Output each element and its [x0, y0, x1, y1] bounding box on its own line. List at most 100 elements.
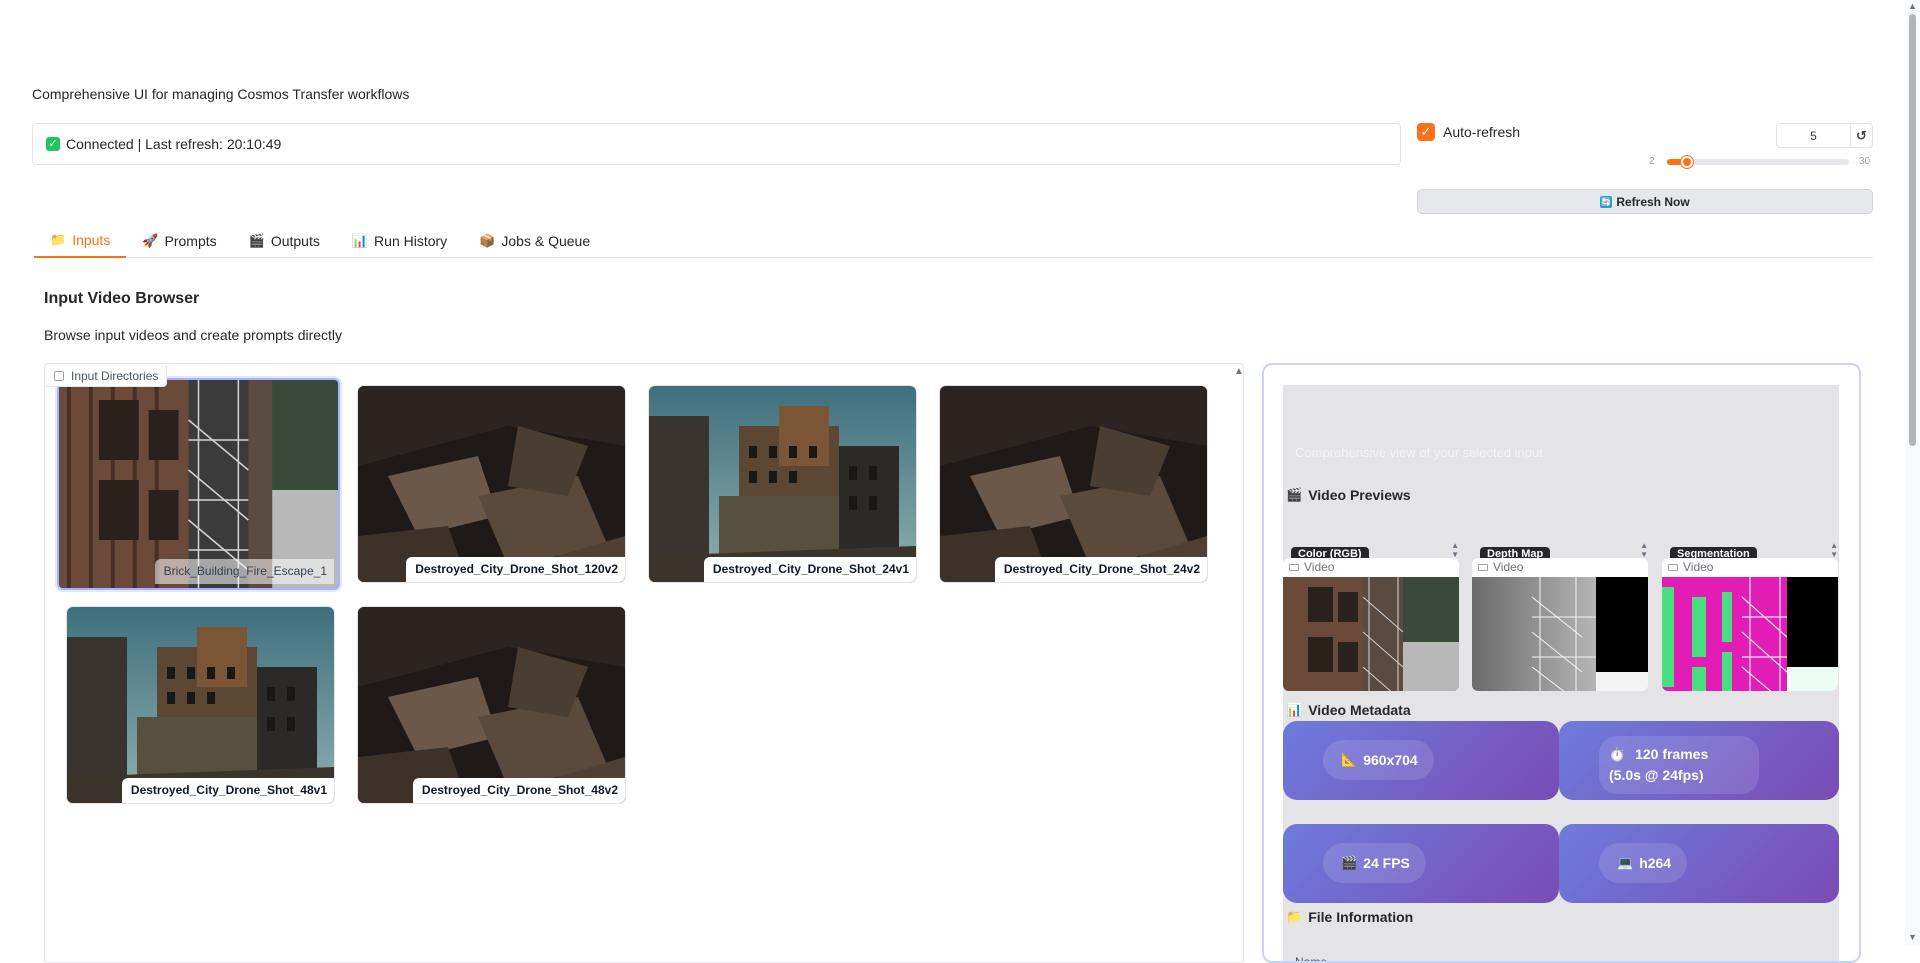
video-frame-image: [1283, 577, 1459, 691]
video-metadata-heading: 📊 Video Metadata: [1286, 702, 1411, 718]
color-preview[interactable]: Color (RGB) ▲ ▼ Video: [1283, 541, 1459, 691]
thumbnail-image: [59, 380, 338, 588]
computer-icon: 💻: [1617, 855, 1634, 870]
gallery-item-caption: Destroyed_City_Drone_Shot_48v2: [412, 778, 625, 803]
gallery-item[interactable]: Destroyed_City_Drone_Shot_120v2: [358, 386, 625, 582]
scrollbar-thumb[interactable]: [1909, 14, 1916, 446]
frames-card: ⏱️ 120 frames (5.0s @ 24fps): [1559, 721, 1839, 800]
video-camera-icon: [1289, 563, 1299, 571]
tab-label: Inputs: [72, 232, 111, 248]
video-player[interactable]: Video: [1472, 558, 1648, 691]
details-description: Comprehensive view of your selected inpu…: [1295, 445, 1543, 460]
tab-label: Prompts: [164, 233, 217, 249]
refresh-interval-input[interactable]: 5 ↺: [1776, 123, 1873, 148]
refresh-interval-value[interactable]: 5: [1777, 129, 1850, 143]
depth-preview[interactable]: Depth Map ▲ ▼ Video: [1472, 541, 1648, 691]
fps-pill: 🎬 24 FPS: [1323, 843, 1426, 883]
scroll-up-icon[interactable]: ▲: [1234, 366, 1244, 377]
bar-chart-icon: 📊: [351, 233, 369, 248]
ruler-icon: 📐: [1341, 752, 1358, 767]
main-tabs: 📁 Inputs 🚀 Prompts 🎬 Outputs 📊 Run Histo…: [34, 224, 1873, 258]
codec-pill: 💻 h264: [1599, 843, 1688, 883]
input-details-panel: Comprehensive view of your selected inpu…: [1262, 363, 1861, 963]
fps-card: 🎬 24 FPS: [1283, 824, 1559, 903]
app-subtitle: Comprehensive UI for managing Cosmos Tra…: [32, 86, 410, 102]
resolution-pill: 📐 960x704: [1323, 740, 1434, 780]
folder-icon: 📁: [50, 232, 67, 247]
video-frame-image: [1472, 577, 1648, 691]
stepper-icon[interactable]: ▲ ▼: [1830, 541, 1838, 559]
details-content: Comprehensive view of your selected inpu…: [1283, 385, 1839, 961]
gallery-item[interactable]: Destroyed_City_Drone_Shot_24v2: [940, 386, 1207, 582]
gallery-item-caption: Destroyed_City_Drone_Shot_48v1: [121, 778, 334, 803]
refresh-icon: 🔄: [1600, 195, 1613, 208]
video-badge-text: Video: [1683, 560, 1714, 574]
gallery-label-text: Input Directories: [71, 368, 159, 383]
codec-value: h264: [1639, 855, 1672, 871]
fps-value: 24 FPS: [1363, 855, 1410, 871]
slider-min-label: 2: [1649, 156, 1655, 167]
scroll-down-icon[interactable]: ▼: [1908, 932, 1917, 942]
gallery-item-caption: Destroyed_City_Drone_Shot_24v1: [703, 557, 916, 582]
folder-icon: 📁: [1286, 909, 1303, 924]
tab-label: Run History: [374, 233, 448, 249]
rocket-icon: 🚀: [142, 233, 159, 248]
package-icon: 📦: [479, 233, 496, 248]
video-frame-image: [1662, 577, 1838, 691]
video-badge-text: Video: [1304, 560, 1335, 574]
video-badge: Video: [1285, 559, 1339, 575]
resolution-value: 960x704: [1363, 752, 1418, 768]
section-description: Browse input videos and create prompts d…: [44, 327, 343, 343]
gallery-item[interactable]: Destroyed_City_Drone_Shot_48v2: [358, 607, 625, 803]
video-camera-icon: [1478, 563, 1488, 571]
image-icon: [54, 370, 64, 381]
reset-icon[interactable]: ↺: [1850, 124, 1872, 147]
file-information-heading: 📁 File Information: [1286, 909, 1413, 925]
video-player[interactable]: Video: [1662, 558, 1838, 691]
heading-text: Video Metadata: [1308, 702, 1411, 718]
refresh-now-button[interactable]: 🔄 Refresh Now: [1417, 189, 1873, 214]
page-scrollbar[interactable]: ▲ ▼: [1905, 0, 1920, 945]
stepper-icon[interactable]: ▲ ▼: [1640, 541, 1648, 559]
video-badge: Video: [1664, 559, 1718, 575]
video-camera-icon: [1668, 563, 1678, 571]
thumbnail-image: [940, 386, 1207, 582]
check-icon: ✓: [46, 137, 60, 151]
heading-text: File Information: [1308, 909, 1414, 925]
refresh-interval-slider[interactable]: [1667, 156, 1849, 168]
gallery-item[interactable]: Destroyed_City_Drone_Shot_48v1: [67, 607, 334, 803]
tab-label: Jobs & Queue: [501, 233, 591, 249]
resolution-card: 📐 960x704: [1283, 721, 1559, 800]
gallery-item[interactable]: Destroyed_City_Drone_Shot_24v1: [649, 386, 916, 582]
tab-inputs[interactable]: 📁 Inputs: [34, 224, 127, 258]
tab-prompts[interactable]: 🚀 Prompts: [126, 224, 232, 258]
section-title: Input Video Browser: [44, 290, 200, 307]
tab-outputs[interactable]: 🎬 Outputs: [233, 224, 336, 258]
video-badge-text: Video: [1493, 560, 1524, 574]
connection-status-box: ✓ Connected | Last refresh: 20:10:49: [32, 123, 1401, 165]
stepper-icon[interactable]: ▲ ▼: [1451, 541, 1459, 559]
auto-refresh-toggle[interactable]: ✓ Auto-refresh: [1417, 123, 1520, 141]
thumbnail-image: [358, 607, 625, 803]
clapper-icon: 🎬: [248, 233, 265, 248]
stopwatch-icon: ⏱️: [1609, 747, 1626, 762]
frames-pill: ⏱️ 120 frames (5.0s @ 24fps): [1599, 736, 1759, 794]
video-player[interactable]: Video: [1283, 558, 1459, 691]
scroll-up-icon[interactable]: ▲: [1908, 1, 1917, 11]
clapper-icon: 🎬: [1341, 855, 1358, 870]
tab-label: Outputs: [270, 233, 320, 249]
video-badge: Video: [1474, 559, 1528, 575]
refresh-now-label: Refresh Now: [1616, 194, 1690, 209]
thumbnail-image: [649, 386, 916, 582]
tab-jobs-queue[interactable]: 📦 Jobs & Queue: [463, 224, 606, 258]
auto-refresh-checkbox[interactable]: ✓: [1417, 123, 1435, 141]
thumbnail-image: [358, 386, 625, 582]
codec-card: 💻 h264: [1559, 824, 1839, 903]
connection-status-text: Connected | Last refresh: 20:10:49: [66, 136, 282, 152]
bar-chart-icon: 📊: [1286, 702, 1303, 717]
segmentation-preview[interactable]: Segmentation ▲ ▼ Video: [1662, 541, 1838, 691]
gallery-item-caption: Destroyed_City_Drone_Shot_120v2: [406, 557, 625, 582]
tab-run-history[interactable]: 📊 Run History: [336, 224, 463, 258]
gallery-item[interactable]: Brick_Building_Fire_Escape_1: [57, 378, 340, 590]
slider-handle[interactable]: [1680, 156, 1693, 168]
